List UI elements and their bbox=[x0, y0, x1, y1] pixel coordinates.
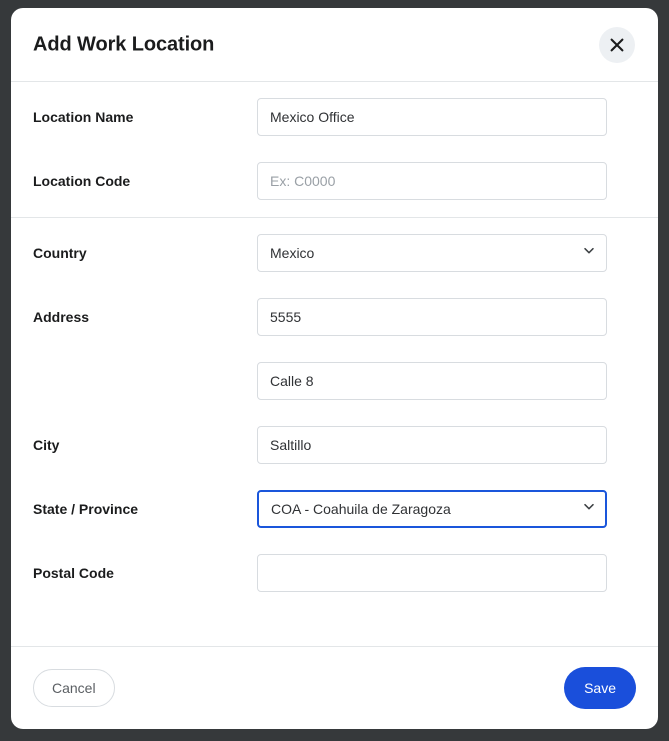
input-address-line-2[interactable] bbox=[257, 362, 607, 400]
field-row: Country Mexico bbox=[11, 234, 658, 272]
field-control bbox=[257, 362, 607, 400]
field-label-postal-code: Postal Code bbox=[33, 565, 114, 581]
input-address[interactable] bbox=[257, 298, 607, 336]
field-control bbox=[257, 426, 607, 464]
form-section-address: Country Mexico Address City State / Province… bbox=[11, 217, 658, 604]
close-icon bbox=[609, 37, 625, 53]
save-button[interactable]: Save bbox=[564, 667, 636, 709]
cancel-button[interactable]: Cancel bbox=[33, 669, 115, 707]
field-control: Mexico bbox=[257, 234, 607, 272]
field-control: COA - Coahuila de Zaragoza bbox=[257, 490, 607, 528]
input-postal-code[interactable] bbox=[257, 554, 607, 592]
field-row bbox=[11, 362, 658, 400]
input-location-code[interactable] bbox=[257, 162, 607, 200]
select-wrapper: Mexico bbox=[257, 234, 607, 272]
field-label-country: Country bbox=[33, 245, 87, 261]
field-control bbox=[257, 98, 607, 136]
input-city[interactable] bbox=[257, 426, 607, 464]
field-label-state-province: State / Province bbox=[33, 501, 139, 517]
dialog-footer: Cancel Save bbox=[11, 646, 658, 729]
field-row: Location Name bbox=[11, 98, 658, 136]
input-location-name[interactable] bbox=[257, 98, 607, 136]
dialog-body: Location Name Location Code Country Mexico… bbox=[11, 82, 658, 646]
field-row: State / Province COA - Coahuila de Zarago… bbox=[11, 490, 658, 528]
add-work-location-dialog: Add Work Location Location NameLocation … bbox=[11, 8, 658, 729]
field-label-address: Address bbox=[33, 309, 90, 325]
close-button[interactable] bbox=[599, 26, 635, 63]
select-state-province[interactable]: COA - Coahuila de Zaragoza bbox=[257, 490, 607, 528]
field-label-city: City bbox=[33, 437, 60, 453]
field-label-location-name: Location Name bbox=[33, 109, 134, 125]
page-title: Add Work Location bbox=[33, 33, 215, 55]
select-wrapper: COA - Coahuila de Zaragoza bbox=[257, 490, 607, 528]
field-row: Postal Code bbox=[11, 554, 658, 592]
field-row: City bbox=[11, 426, 658, 464]
field-row: Address bbox=[11, 298, 658, 336]
field-control bbox=[257, 298, 607, 336]
field-row: Location Code bbox=[11, 162, 658, 200]
field-control bbox=[257, 554, 607, 592]
field-label-location-code: Location Code bbox=[33, 173, 131, 189]
select-country[interactable]: Mexico bbox=[257, 234, 607, 272]
field-control bbox=[257, 162, 607, 200]
dialog-header: Add Work Location bbox=[11, 8, 658, 82]
form-section-identity: Location Name Location Code bbox=[11, 82, 658, 217]
